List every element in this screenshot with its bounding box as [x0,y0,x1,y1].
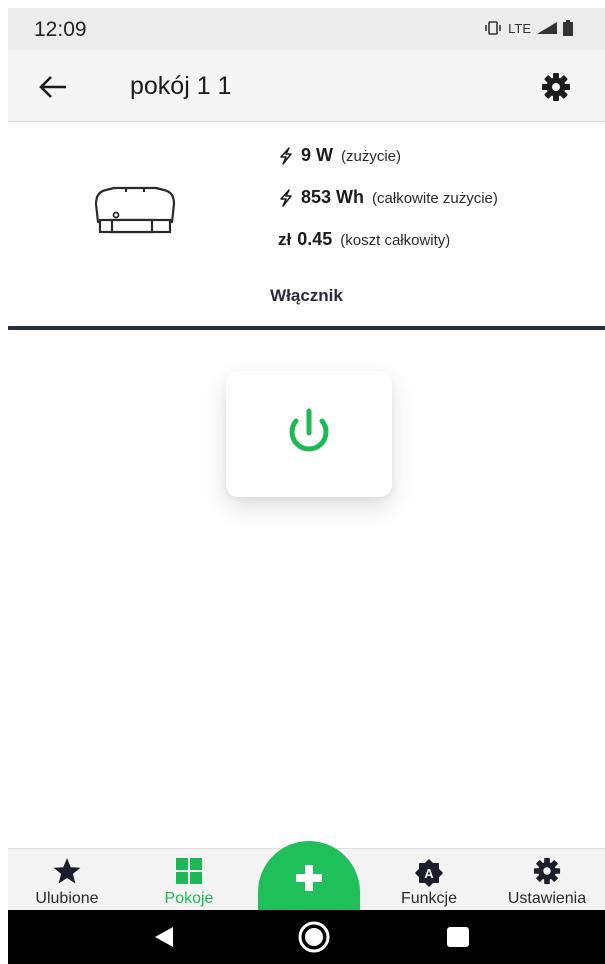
cost-value: 0.45 [297,229,333,249]
app-bar: pokój 1 1 [8,50,605,122]
system-recents-button[interactable] [428,910,488,964]
usage-row: 9 W (zużycie) [278,145,401,166]
status-icons: LTE [483,20,573,36]
triangle-back-icon [155,927,173,947]
nav-label-settings: Ustawienia [507,890,587,907]
power-icon [289,408,329,452]
vibrate-icon [485,21,501,35]
switch-title: Włącznik [270,286,343,305]
usage-label: (zużycie) [341,148,402,165]
screen: 12:09 LTE pokój 1 1 9 W (zużycie) 853 Wh… [0,0,605,964]
system-back-button[interactable] [134,910,194,964]
page-title: pokój 1 1 [130,72,232,100]
circle-home-icon [298,921,330,953]
cost-label: (koszt całkowity) [340,232,451,249]
nav-label-rooms: Pokoje [164,890,214,907]
system-home-button[interactable] [284,910,344,964]
total-usage-row: 853 Wh (całkowite zużycie) [278,187,498,208]
nav-label-favorites: Ulubione [35,890,99,907]
nav-functions[interactable]: A Funkcje [374,849,484,911]
arrow-left-icon [39,76,66,98]
star-icon [53,858,81,884]
status-bar: 12:09 LTE [8,8,605,50]
cost-row: zł 0.45 (koszt całkowity) [278,229,450,250]
room-settings-button[interactable] [541,72,571,102]
nav-favorites[interactable]: Ulubione [12,849,122,911]
system-nav-bar [8,910,605,964]
usage-value: 9 W [301,145,334,165]
square-recent-icon [447,927,469,947]
lightning-icon [280,146,292,165]
gear-icon [533,857,561,885]
power-toggle-button[interactable] [226,371,392,497]
badge-a-icon: A [415,859,443,887]
battery-icon [563,20,573,36]
total-usage-label: (całkowite zużycie) [372,190,498,207]
svg-text:A: A [424,866,434,881]
plus-icon [296,865,322,891]
currency-label: zł [278,230,292,249]
nav-settings[interactable]: Ustawienia [492,849,602,911]
back-button[interactable] [36,72,72,102]
lightning-icon [280,188,292,207]
socket-module-icon [94,186,176,234]
status-time: 12:09 [34,18,87,41]
nav-label-functions: Funkcje [400,890,458,907]
grid-icon [176,858,202,884]
gear-icon [542,73,570,101]
signal-icon [537,22,557,34]
network-label: LTE [508,20,531,36]
nav-rooms[interactable]: Pokoje [134,849,244,911]
section-divider [8,326,605,330]
total-usage-value: 853 Wh [301,187,365,207]
